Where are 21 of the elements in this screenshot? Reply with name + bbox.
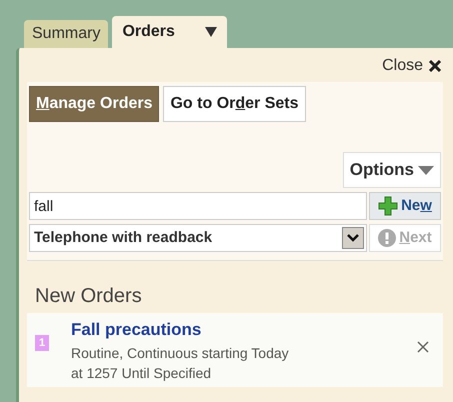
order-details: at 1257 Until Specified: [71, 364, 212, 382]
order-mode-dropdown[interactable]: Telephone with readback: [29, 224, 367, 252]
section-heading: New Orders: [34, 284, 142, 309]
search-field[interactable]: fall: [29, 192, 367, 220]
mode-button[interactable]: Manage Orders: [29, 86, 160, 122]
dropdown-icon: [418, 166, 434, 174]
plus-icon: [378, 196, 398, 216]
order-details: Routine, Continuous starting Today: [71, 344, 289, 362]
chevron-down-icon: [342, 227, 364, 249]
close-icon[interactable]: [417, 341, 429, 353]
order-number-badge: 1: [35, 335, 49, 351]
close-icon: [429, 60, 441, 72]
close-button[interactable]: Close: [382, 54, 441, 78]
tab[interactable]: Summary: [24, 20, 108, 48]
new-button[interactable]: New: [369, 192, 441, 220]
order-card[interactable]: 1 Fall precautions Routine, Continuous starting Today at 1257 Until Specified: [27, 313, 443, 386]
alert-icon: [378, 229, 396, 247]
options-button[interactable]: Options: [342, 152, 441, 188]
order-title[interactable]: Fall precautions: [71, 317, 202, 342]
tab[interactable]: Orders: [112, 16, 227, 48]
mode-button[interactable]: Go to Order Sets: [163, 86, 306, 122]
